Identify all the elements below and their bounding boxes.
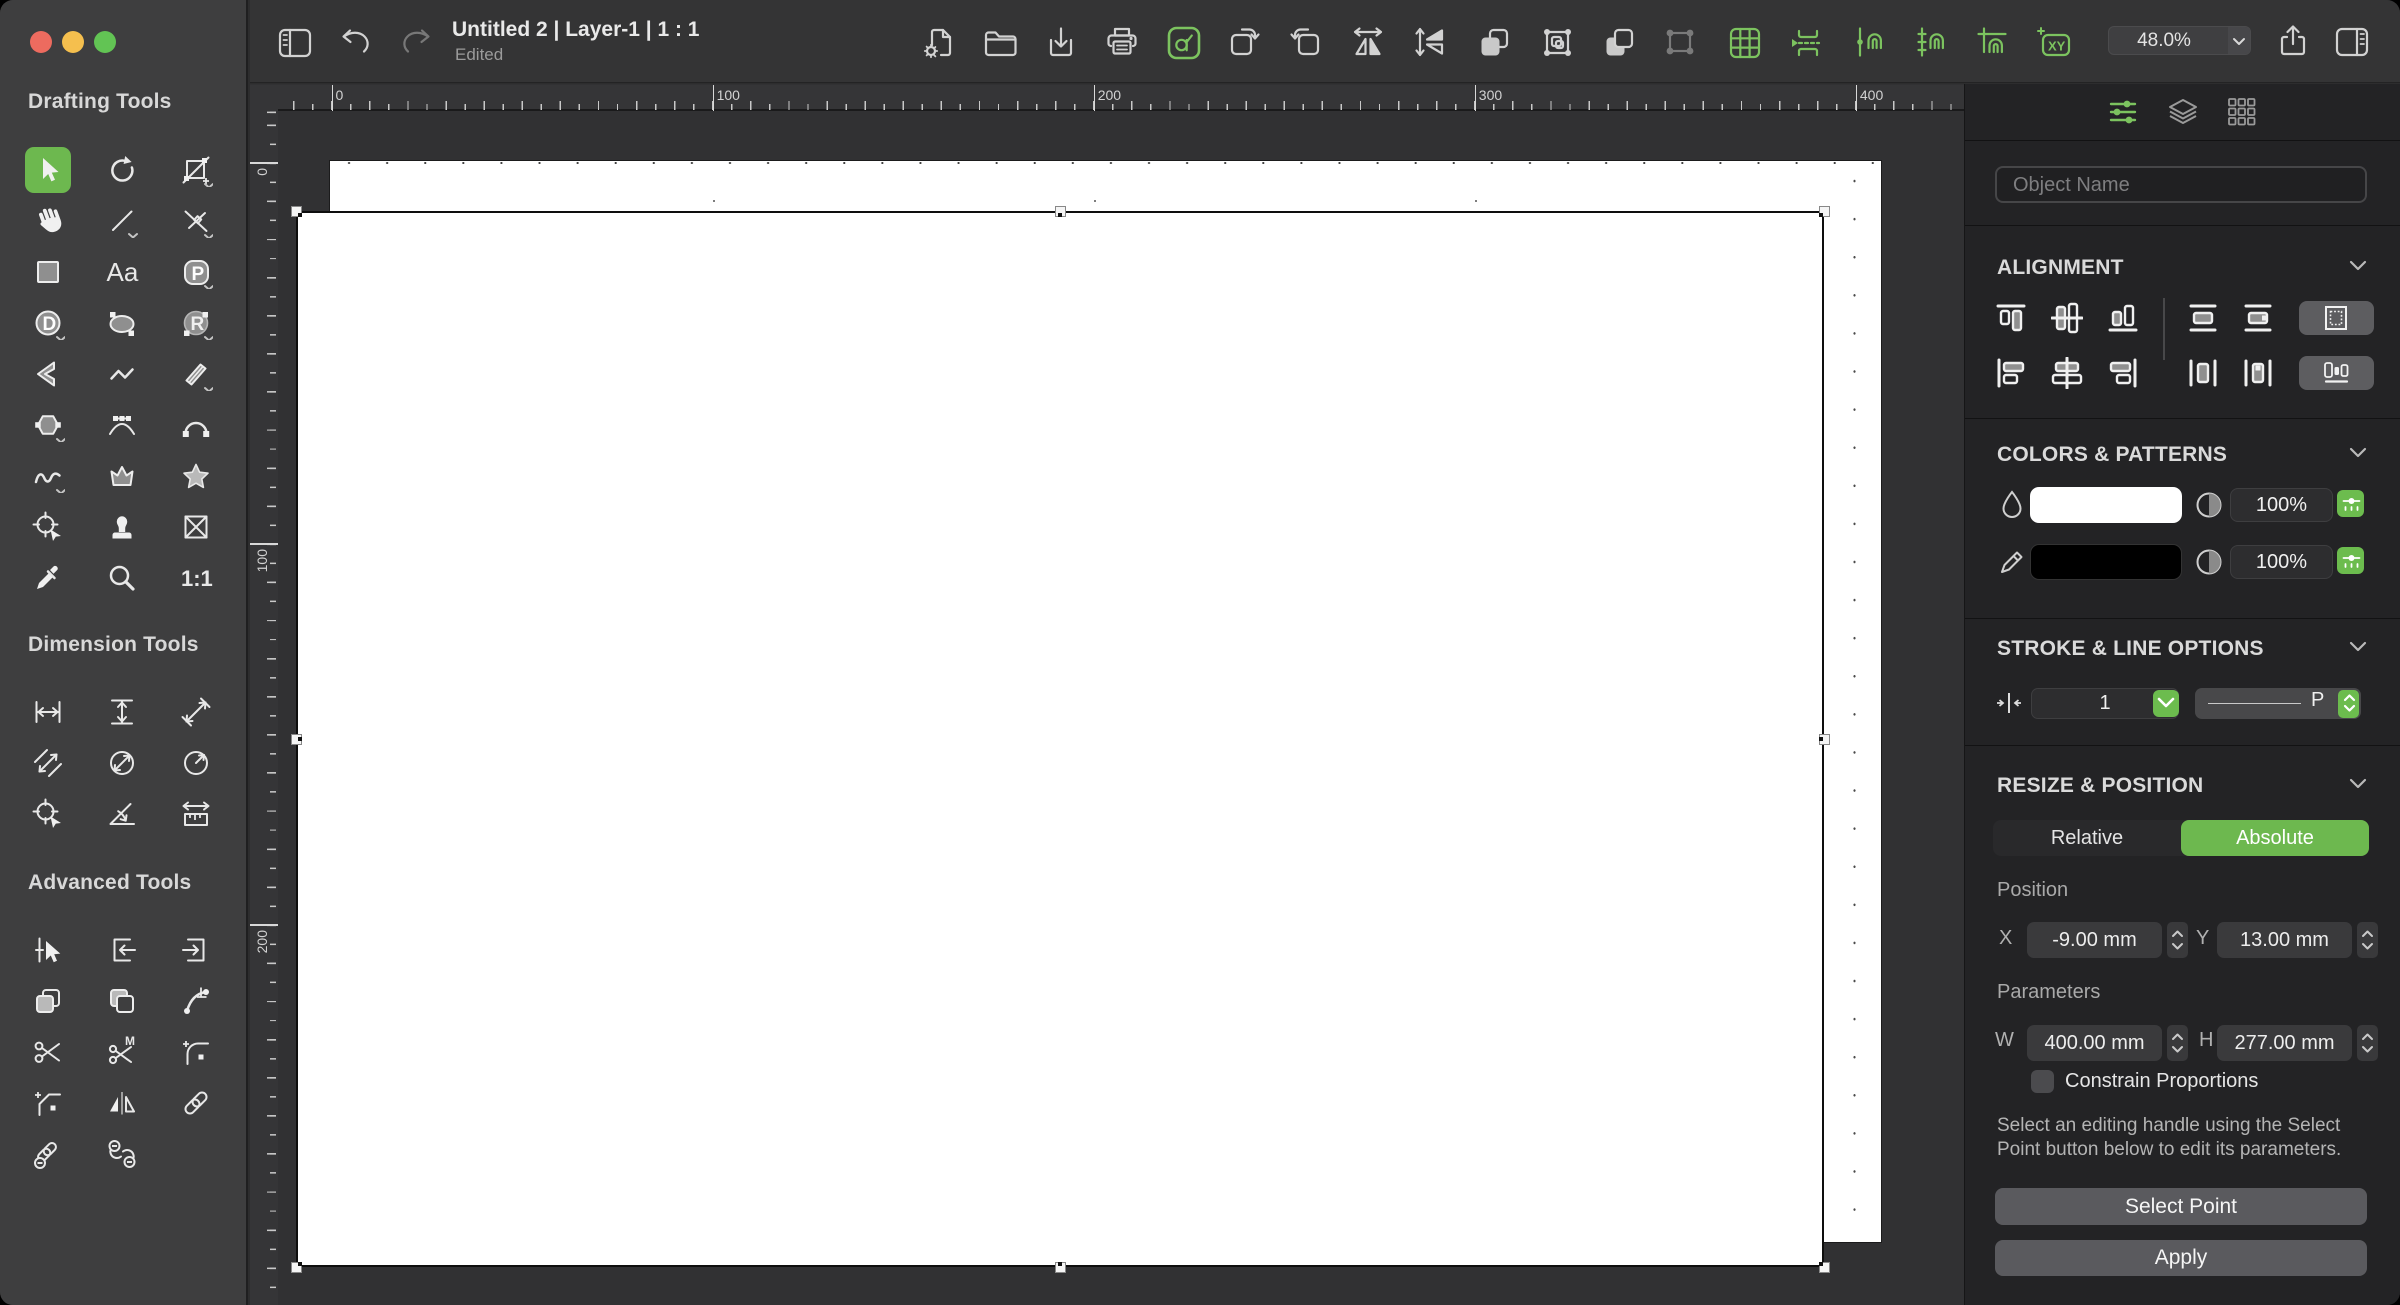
svg-text:1:1: 1:1	[181, 566, 213, 591]
svg-text:D: D	[43, 314, 57, 335]
svg-text:P: P	[192, 264, 205, 285]
svg-text:Aa: Aa	[107, 257, 139, 287]
svg-text:R: R	[191, 314, 205, 335]
svg-text:M: M	[125, 1035, 135, 1048]
svg-text:XY: XY	[2048, 39, 2066, 54]
